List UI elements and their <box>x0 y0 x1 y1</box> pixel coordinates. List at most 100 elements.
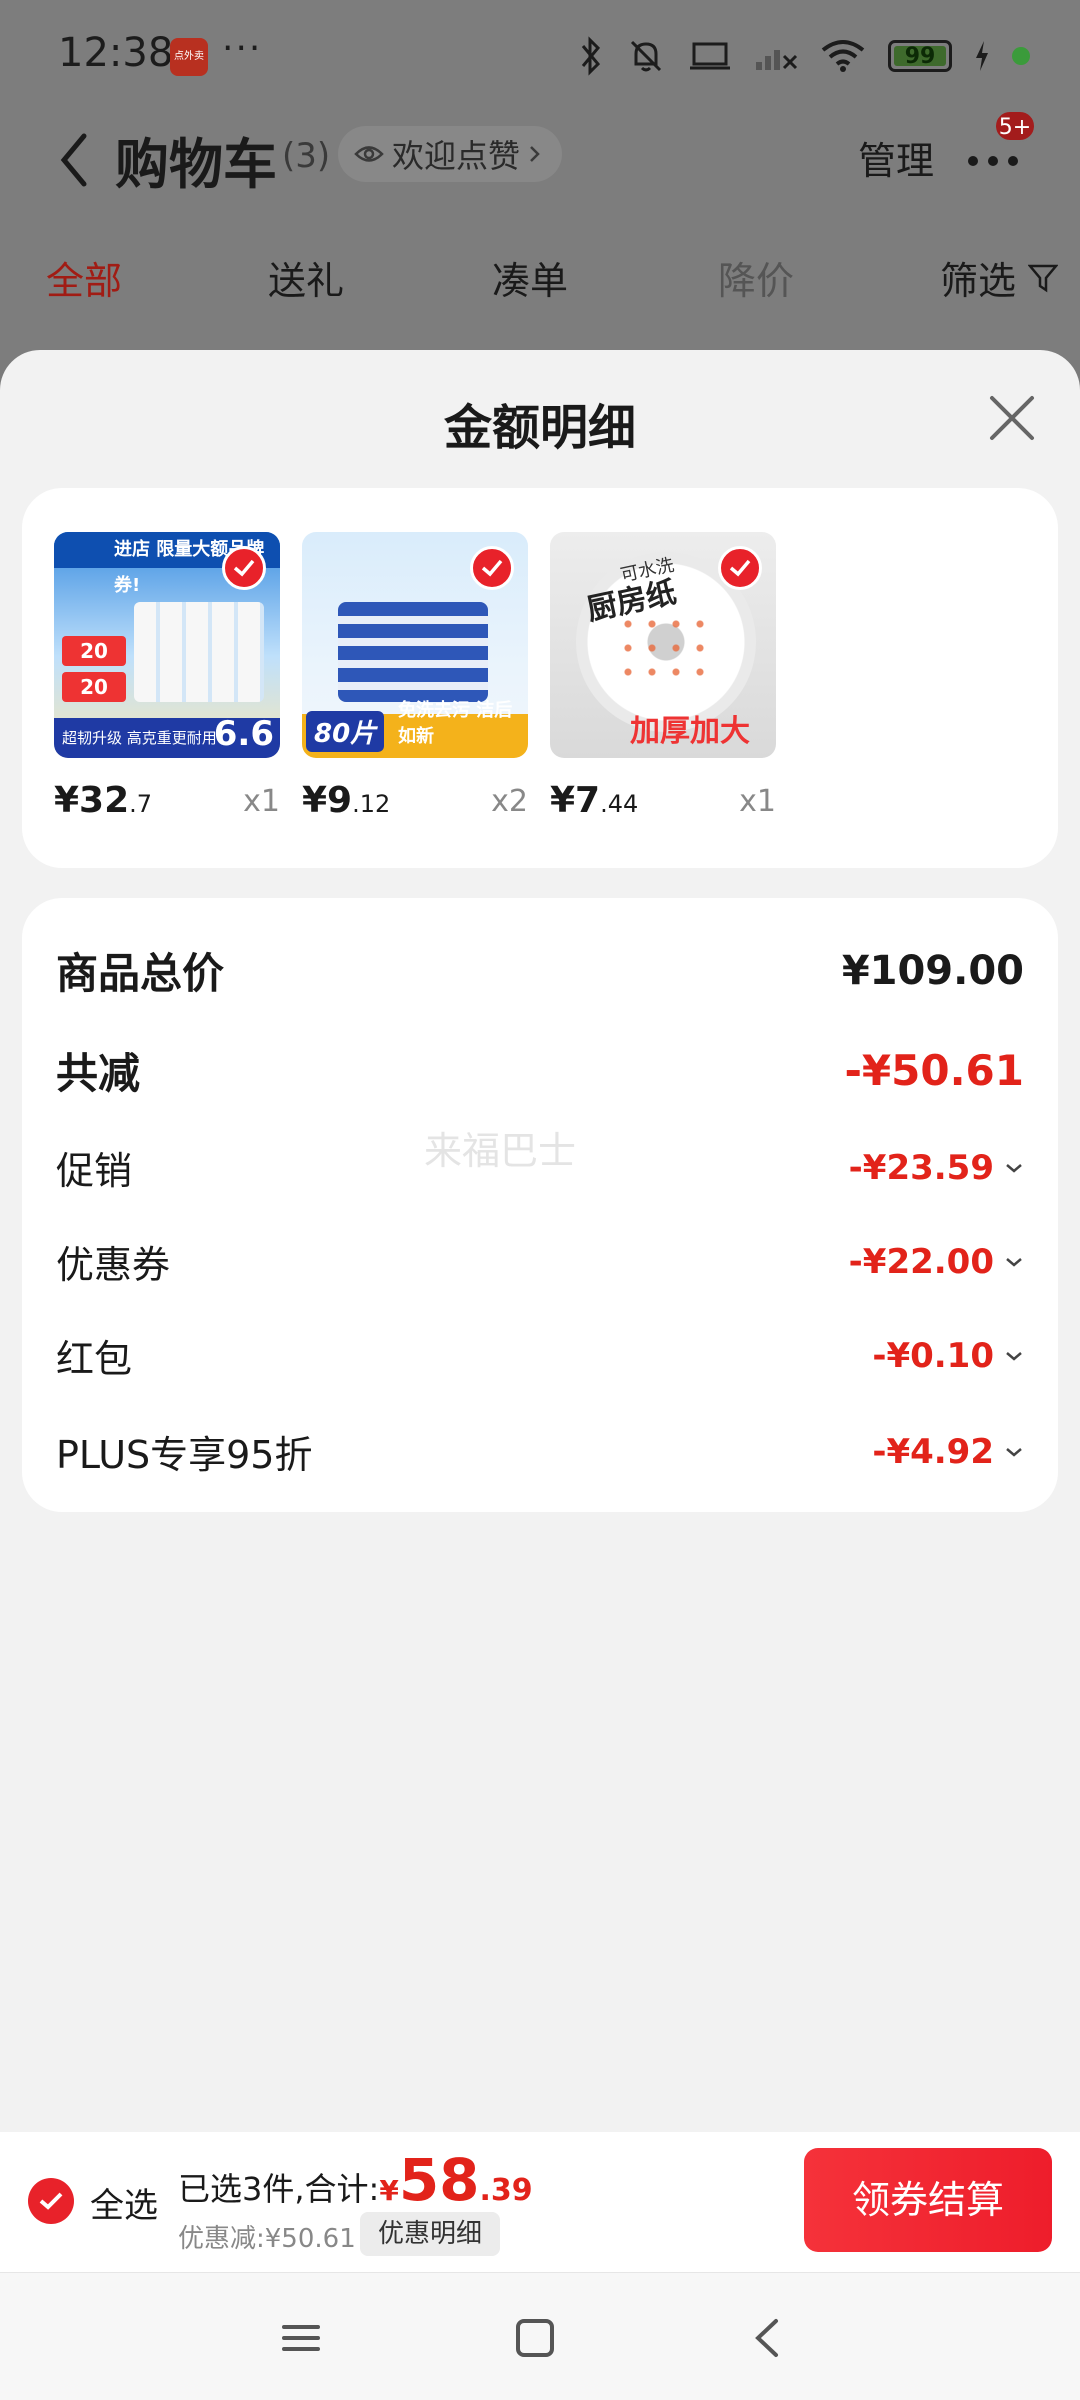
select-all-label[interactable]: 全选 <box>90 2178 158 2227</box>
chevron-down-icon[interactable] <box>1004 1446 1024 1458</box>
cart-header: 购物车 (3) 欢迎点赞 管理 5+ <box>0 110 1080 230</box>
total-price-value: ¥109.00 <box>841 947 1024 994</box>
total-reduction-value: -¥50.61 <box>844 1046 1024 1095</box>
status-bar: 12:38 点外卖 ··· 99 <box>0 0 1080 110</box>
total-integer: 58 <box>398 2146 480 2214</box>
filter-icon <box>1028 264 1059 292</box>
selected-products-card: 进店 限量大额品牌券! 20 20 超韧升级 高克重更耐用 6.6 ¥32.7 … <box>22 488 1058 868</box>
selected-check-icon[interactable] <box>718 546 762 590</box>
image-thick-label: 加厚加大 <box>630 714 750 749</box>
coupon-row[interactable]: 优惠券 -¥22.00 <box>56 1234 1024 1289</box>
battery-icon: 99 <box>888 40 952 72</box>
status-time: 12:38 <box>58 30 174 76</box>
image-slogan: 免洗去污 洁后如新 <box>398 700 513 747</box>
product-item[interactable]: 进店 限量大额品牌券! 20 20 超韧升级 高克重更耐用 6.6 ¥32.7 … <box>54 532 280 821</box>
back-icon[interactable] <box>744 2313 794 2363</box>
product-image[interactable]: 进店 限量大额品牌券! 20 20 超韧升级 高克重更耐用 6.6 <box>54 532 280 758</box>
product-price: ¥32.7 <box>54 780 153 821</box>
tab-bundle[interactable]: 凑单 <box>492 250 568 305</box>
filter-label: 筛选 <box>940 259 1017 303</box>
dot-icon <box>988 156 998 166</box>
image-discount: 6.6 <box>213 714 274 754</box>
dot-icon <box>968 156 978 166</box>
image-tag: 20 <box>62 636 126 666</box>
product-image[interactable]: 80片 免洗去污 洁后如新 <box>302 532 528 758</box>
product-item[interactable]: 80片 免洗去污 洁后如新 ¥9.12 x2 <box>302 532 528 821</box>
more-menu-button[interactable] <box>966 140 1026 180</box>
app-notification-icon: 点外卖 <box>170 38 208 76</box>
cart-count: (3) <box>282 136 331 176</box>
back-arrow-icon[interactable] <box>56 130 92 190</box>
promotion-label: 促销 <box>56 1149 133 1193</box>
sheet-title: 金额明细 <box>443 400 636 456</box>
mute-bell-icon <box>630 40 662 72</box>
red-packet-label: 红包 <box>56 1337 133 1381</box>
status-icons: 99 <box>578 34 1030 78</box>
summary-prefix: 已选3件,合计: <box>178 2170 380 2208</box>
cellular-signal-icon <box>756 50 798 70</box>
cart-title: 购物车 <box>115 133 277 196</box>
bluetooth-icon <box>581 36 601 76</box>
close-icon[interactable] <box>986 392 1038 444</box>
eye-icon <box>354 146 384 162</box>
product-price: ¥9.12 <box>302 780 391 821</box>
total-price-row: 商品总价 ¥109.00 <box>56 940 1024 1001</box>
total-price-label: 商品总价 <box>56 949 225 998</box>
more-notifications-icon: ··· <box>222 28 263 69</box>
product-quantity: x1 <box>243 784 280 819</box>
cart-page-background: 12:38 点外卖 ··· 99 购物车 (3) 欢迎点赞 管理 5+ 全部 送… <box>0 0 1080 360</box>
select-all-checkbox[interactable] <box>28 2178 74 2224</box>
promotion-row[interactable]: 促销 -¥23.59 <box>56 1140 1024 1195</box>
wifi-icon <box>821 40 865 72</box>
checkout-bar: 全选 已选3件,合计: ¥ 58 .39 优惠减:¥50.61 优惠明细 领券结… <box>0 2132 1080 2272</box>
tab-all[interactable]: 全部 <box>46 250 122 305</box>
favorite-label: 欢迎点赞 <box>392 137 521 175</box>
coupon-label: 优惠券 <box>56 1243 171 1287</box>
chevron-down-icon[interactable] <box>1004 1350 1024 1362</box>
product-price: ¥7.44 <box>550 780 639 821</box>
product-quantity: x2 <box>491 784 528 819</box>
tab-filter[interactable]: 筛选 <box>940 250 1059 305</box>
total-reduction-label: 共减 <box>56 1049 141 1098</box>
red-packet-value: -¥0.10 <box>872 1335 994 1376</box>
home-icon[interactable] <box>510 2313 560 2363</box>
tab-gift[interactable]: 送礼 <box>268 250 344 305</box>
product-item[interactable]: 可水洗 厨房纸 加厚加大 ¥7.44 x1 <box>550 532 776 821</box>
checkout-button[interactable]: 领券结算 <box>804 2148 1052 2252</box>
manage-button[interactable]: 管理 <box>858 130 934 185</box>
total-reduction-row: 共减 -¥50.61 <box>56 1040 1024 1101</box>
red-packet-row[interactable]: 红包 -¥0.10 <box>56 1328 1024 1383</box>
product-image[interactable]: 可水洗 厨房纸 加厚加大 <box>550 532 776 758</box>
tab-price-drop[interactable]: 降价 <box>718 250 794 305</box>
saved-amount: 优惠减:¥50.61 <box>178 2224 356 2254</box>
menu-icon[interactable] <box>276 2313 326 2363</box>
chevron-down-icon[interactable] <box>1004 1162 1024 1174</box>
image-badge: 80片 <box>306 711 385 752</box>
amount-breakdown-card: 来福巴士 商品总价 ¥109.00 共减 -¥50.61 促销 -¥23.59 … <box>22 898 1058 1512</box>
laptop-icon <box>690 42 730 70</box>
notification-badge: 5+ <box>994 110 1036 142</box>
dot-icon <box>1008 156 1018 166</box>
amount-detail-sheet: 金额明细 进店 限量大额品牌券! 20 20 超韧升级 高克重更耐用 6.6 ¥… <box>0 350 1080 2132</box>
coupon-value: -¥22.00 <box>848 1241 994 1282</box>
order-summary: 已选3件,合计: ¥ 58 .39 <box>178 2146 533 2214</box>
selected-check-icon[interactable] <box>222 546 266 590</box>
currency-symbol: ¥ <box>379 2174 399 2207</box>
chevron-down-icon[interactable] <box>1004 1256 1024 1268</box>
image-tag: 20 <box>62 672 126 702</box>
plus-discount-row[interactable]: PLUS专享95折 -¥4.92 <box>56 1424 1024 1479</box>
favorite-pill[interactable]: 欢迎点赞 <box>338 126 563 182</box>
total-decimal: .39 <box>479 2173 533 2208</box>
battery-level: 99 <box>904 43 936 69</box>
system-nav-bar <box>0 2272 1080 2400</box>
discount-detail-button[interactable]: 优惠明细 <box>360 2212 501 2256</box>
check-icon <box>39 2192 63 2210</box>
product-quantity: x1 <box>739 784 776 819</box>
privacy-indicator-dot <box>1012 47 1030 65</box>
selected-check-icon[interactable] <box>470 546 514 590</box>
promotion-value: -¥23.59 <box>848 1147 994 1188</box>
plus-discount-value: -¥4.92 <box>872 1431 994 1472</box>
cart-tabs: 全部 送礼 凑单 降价 筛选 <box>0 240 1080 310</box>
chevron-right-icon <box>530 146 540 162</box>
plus-discount-label: PLUS专享95折 <box>56 1433 313 1477</box>
